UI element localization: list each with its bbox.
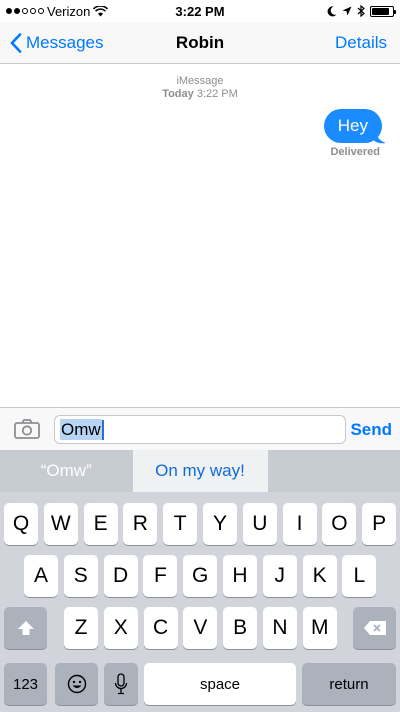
key-o[interactable]: O xyxy=(322,503,357,545)
cell-signal-icon xyxy=(6,8,44,14)
camera-icon[interactable] xyxy=(14,419,40,439)
message-bubble-outgoing[interactable]: Hey xyxy=(323,109,382,143)
key-a[interactable]: A xyxy=(24,555,58,597)
dictation-key[interactable] xyxy=(104,663,138,705)
delivery-status: Delivered xyxy=(330,146,380,158)
signal-dot xyxy=(22,8,28,14)
carrier-label: Verizon xyxy=(47,3,91,19)
key-y[interactable]: Y xyxy=(203,503,237,545)
prediction-suggested[interactable]: On my way! xyxy=(132,450,268,492)
key-x[interactable]: X xyxy=(103,607,138,649)
prediction-literal[interactable]: “Omw” xyxy=(0,450,133,492)
key-h[interactable]: H xyxy=(223,555,257,597)
key-m[interactable]: M xyxy=(302,607,337,649)
chevron-left-icon xyxy=(10,33,22,53)
key-g[interactable]: G xyxy=(183,555,218,597)
location-arrow-icon xyxy=(342,6,352,16)
key-e[interactable]: E xyxy=(83,503,118,545)
microphone-icon xyxy=(114,673,128,695)
battery-icon xyxy=(370,5,396,17)
status-bar: Verizon 3:22 PM xyxy=(0,0,400,22)
key-q[interactable]: Q xyxy=(4,503,38,545)
numbers-key[interactable]: 123 xyxy=(4,663,47,705)
signal-dot xyxy=(38,8,44,14)
timestamp: Today 3:22 PM xyxy=(0,88,400,101)
key-t[interactable]: T xyxy=(163,503,198,545)
service-label: iMessage xyxy=(176,75,224,87)
battery-fill xyxy=(372,7,389,15)
key-u[interactable]: U xyxy=(242,503,277,545)
shift-key[interactable] xyxy=(4,607,47,649)
key-n[interactable]: N xyxy=(263,607,297,649)
key-f[interactable]: F xyxy=(143,555,178,597)
shift-arrow-icon xyxy=(17,621,34,635)
key-v[interactable]: V xyxy=(183,607,218,649)
key-p[interactable]: P xyxy=(362,503,397,545)
key-i[interactable]: I xyxy=(282,503,317,545)
compose-bar: Omw Send xyxy=(0,407,400,450)
key-s[interactable]: S xyxy=(63,555,98,597)
details-button[interactable]: Details xyxy=(335,22,387,64)
return-key[interactable]: return xyxy=(302,663,396,705)
back-label: Messages xyxy=(26,33,104,52)
keyboard: 123 space return QWERTYUIOP ASDFGHJKL ZXCV… xyxy=(0,492,400,712)
key-l[interactable]: L xyxy=(342,555,377,597)
back-button[interactable]: Messages xyxy=(10,22,103,64)
send-button[interactable]: Send xyxy=(350,408,392,451)
emoji-key[interactable] xyxy=(55,663,98,705)
timestamp-day: Today xyxy=(162,88,194,100)
key-w[interactable]: W xyxy=(43,503,78,545)
key-c[interactable]: C xyxy=(143,607,178,649)
wifi-icon xyxy=(93,5,109,16)
status-right xyxy=(327,5,396,17)
status-left: Verizon xyxy=(6,4,327,19)
conversation-meta: iMessage Today 3:22 PM xyxy=(0,75,400,101)
key-b[interactable]: B xyxy=(223,607,258,649)
emoji-icon xyxy=(67,674,86,694)
delete-key[interactable] xyxy=(353,607,396,649)
key-k[interactable]: K xyxy=(302,555,337,597)
signal-dot xyxy=(14,8,20,14)
key-d[interactable]: D xyxy=(103,555,138,597)
nav-bar: Messages Robin Details xyxy=(0,22,400,64)
text-caret xyxy=(101,419,104,440)
key-r[interactable]: R xyxy=(123,503,158,545)
space-key[interactable]: space xyxy=(144,663,296,705)
predictive-bar: “Omw” On my way! xyxy=(0,450,400,492)
timestamp-time: 3:22 PM xyxy=(196,88,238,100)
signal-dot xyxy=(30,8,36,14)
key-j[interactable]: J xyxy=(262,555,297,597)
selected-text: Omw xyxy=(60,419,102,440)
key-z[interactable]: Z xyxy=(64,607,98,649)
moon-icon xyxy=(327,5,337,16)
message-input[interactable]: Omw xyxy=(54,415,346,444)
signal-dot xyxy=(6,8,12,14)
prediction-empty[interactable] xyxy=(268,450,400,492)
backspace-icon xyxy=(363,621,386,635)
bluetooth-icon xyxy=(357,5,365,17)
